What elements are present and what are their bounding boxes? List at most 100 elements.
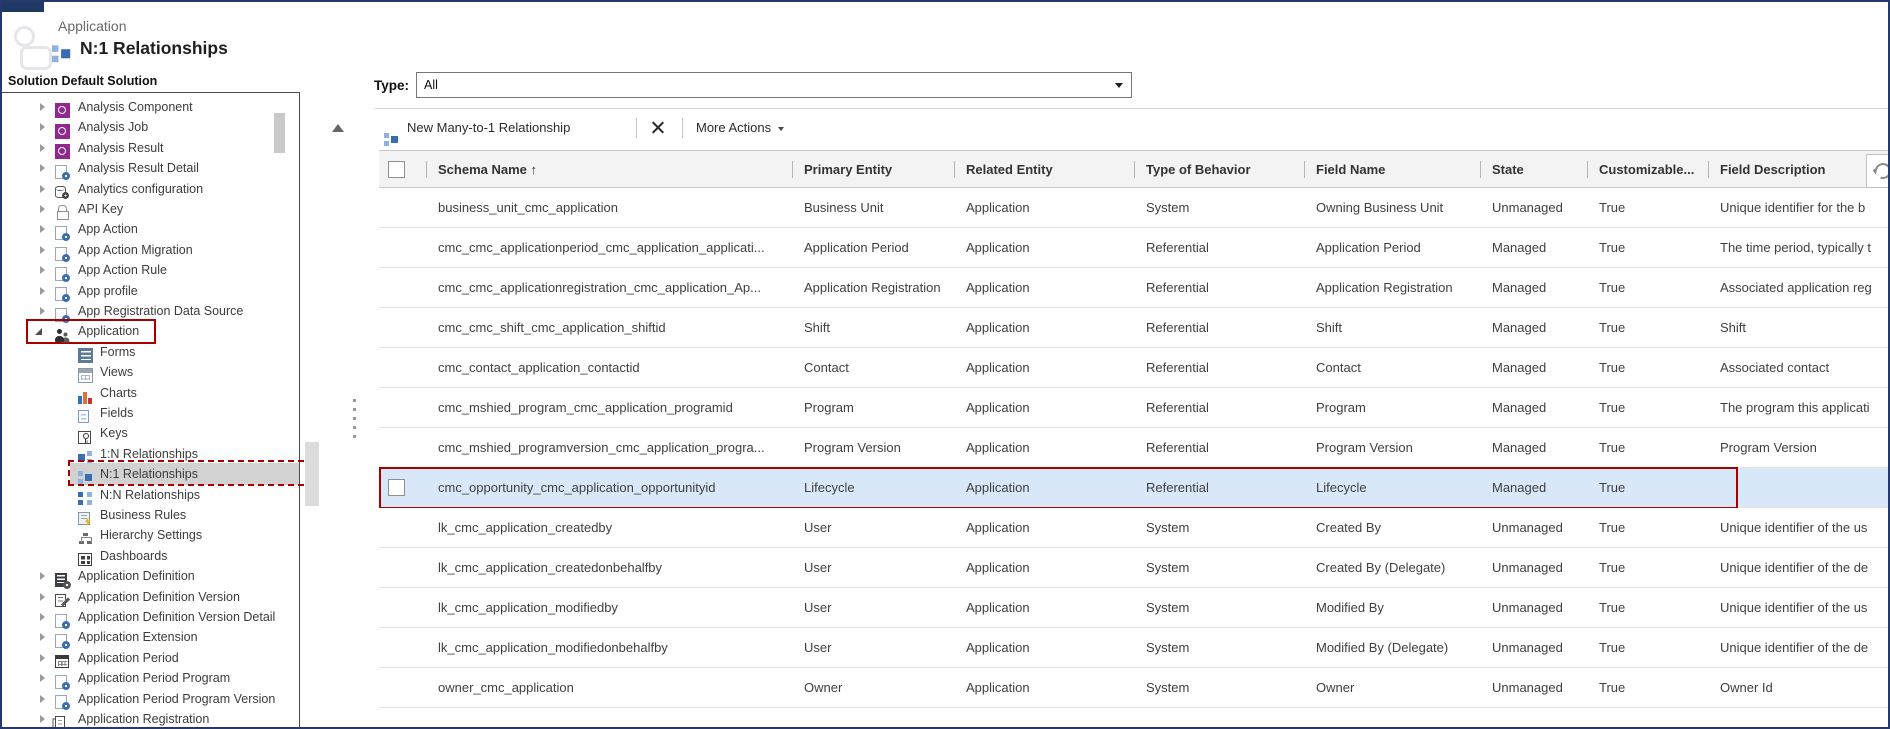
- relationship-row[interactable]: cmc_mshied_programversion_cmc_applicatio…: [379, 428, 1890, 468]
- delete-button[interactable]: [650, 109, 674, 146]
- expand-arrow-icon[interactable]: [40, 103, 45, 111]
- more-actions-button[interactable]: More Actions: [696, 109, 806, 146]
- cell-state: Managed: [1492, 348, 1587, 388]
- relationships-grid: Schema Name ↑ Primary Entity Related Entit…: [379, 150, 1890, 712]
- sidebar-item-analysis-job[interactable]: Analysis Job: [2, 117, 299, 138]
- expand-arrow-icon[interactable]: [40, 123, 45, 131]
- sidebar-item-fields[interactable]: Fields: [2, 403, 299, 424]
- sidebar-item-app-profile[interactable]: App profile: [2, 281, 299, 302]
- column-divider[interactable]: [792, 161, 793, 178]
- sidebar-scrollbar-thumb[interactable]: [274, 113, 285, 153]
- main-scrollbar-thumb[interactable]: [305, 442, 319, 506]
- expand-arrow-icon[interactable]: [40, 144, 45, 152]
- column-header-field-description[interactable]: Field Description: [1720, 151, 1890, 189]
- sidebar-item-app-action[interactable]: App Action: [2, 219, 299, 240]
- sidebar-item-forms[interactable]: Forms: [2, 342, 299, 363]
- relationship-row[interactable]: cmc_cmc_applicationregistration_cmc_appl…: [379, 268, 1890, 308]
- column-divider[interactable]: [426, 161, 427, 178]
- sidebar-item-analysis-result[interactable]: Analysis Result: [2, 138, 299, 159]
- expand-arrow-icon[interactable]: [40, 654, 45, 662]
- sidebar-item-application-definition-version-detail[interactable]: Application Definition Version Detail: [2, 607, 299, 628]
- column-divider[interactable]: [1587, 161, 1588, 178]
- solution-component-tree: Analysis ComponentAnalysis JobAnalysis R…: [2, 92, 300, 729]
- relationship-row[interactable]: cmc_mshied_program_cmc_application_progr…: [379, 388, 1890, 428]
- cell-primary-entity: Contact: [804, 348, 954, 388]
- expand-arrow-icon[interactable]: [40, 633, 45, 641]
- expand-arrow-icon[interactable]: [40, 613, 45, 621]
- expand-arrow-icon[interactable]: [40, 266, 45, 274]
- sidebar-item-analytics-configuration[interactable]: Analytics configuration: [2, 179, 299, 200]
- expand-arrow-icon[interactable]: [40, 695, 45, 703]
- sidebar-item-charts[interactable]: Charts: [2, 383, 299, 404]
- expand-arrow-icon[interactable]: [40, 205, 45, 213]
- cell-customizable: True: [1599, 668, 1708, 708]
- column-header-primary-entity[interactable]: Primary Entity: [804, 151, 954, 189]
- expand-arrow-icon[interactable]: [40, 185, 45, 193]
- expand-arrow-icon[interactable]: [40, 307, 45, 315]
- n1-relationship-icon: [384, 132, 399, 147]
- sidebar-item-views[interactable]: Views: [2, 362, 299, 383]
- sidebar-item-keys[interactable]: Keys: [2, 423, 299, 444]
- expand-arrow-icon[interactable]: [40, 674, 45, 682]
- sidebar-item-app-action-migration[interactable]: App Action Migration: [2, 240, 299, 261]
- sidebar-item-business-rules[interactable]: Business Rules: [2, 505, 299, 526]
- column-header-field-name[interactable]: Field Name: [1316, 151, 1480, 189]
- sidebar-item-hierarchy-settings[interactable]: Hierarchy Settings: [2, 525, 299, 546]
- cell-primary-entity: Program Version: [804, 428, 954, 468]
- relationship-row[interactable]: lk_cmc_application_modifiedbyUserApplica…: [379, 588, 1890, 628]
- column-divider[interactable]: [1708, 161, 1709, 178]
- column-divider[interactable]: [1480, 161, 1481, 178]
- sidebar-item-dashboards[interactable]: Dashboards: [2, 546, 299, 567]
- cell-customizable: True: [1599, 388, 1708, 428]
- relationship-row[interactable]: lk_cmc_application_createdonbehalfbyUser…: [379, 548, 1890, 588]
- sidebar-item-application-period-program-version[interactable]: Application Period Program Version: [2, 689, 299, 710]
- expand-arrow-icon[interactable]: [40, 572, 45, 580]
- column-header-related-entity[interactable]: Related Entity: [966, 151, 1134, 189]
- type-filter-dropdown[interactable]: All: [416, 72, 1132, 98]
- sidebar-item-application-period[interactable]: Application Period: [2, 648, 299, 669]
- sidebar-item-application-registration[interactable]: Application Registration: [2, 709, 299, 729]
- cell-type-of-behavior: Referential: [1146, 228, 1304, 268]
- column-divider[interactable]: [954, 161, 955, 178]
- expand-arrow-icon[interactable]: [40, 715, 45, 723]
- relationship-row[interactable]: cmc_cmc_shift_cmc_application_shiftidShi…: [379, 308, 1890, 348]
- new-many-to-1-button[interactable]: New Many-to-1 Relationship: [374, 109, 626, 146]
- column-divider[interactable]: [1304, 161, 1305, 178]
- sidebar-item-application-period-program[interactable]: Application Period Program: [2, 668, 299, 689]
- column-header-schema-name[interactable]: Schema Name ↑: [438, 151, 790, 189]
- cell-primary-entity: User: [804, 548, 954, 588]
- scroll-up-arrow[interactable]: [332, 124, 344, 132]
- column-header-state[interactable]: State: [1492, 151, 1587, 189]
- expand-arrow-icon[interactable]: [40, 287, 45, 295]
- sidebar-item-n-n-relationships[interactable]: N:N Relationships: [2, 485, 299, 506]
- sidebar-item-application-extension[interactable]: Application Extension: [2, 627, 299, 648]
- relationship-row[interactable]: business_unit_cmc_applicationBusiness Un…: [379, 188, 1890, 228]
- row-checkbox[interactable]: [388, 479, 405, 496]
- cell-field-name: Program Version: [1316, 428, 1480, 468]
- column-header-type-of-behavior[interactable]: Type of Behavior: [1146, 151, 1304, 189]
- relationship-row[interactable]: lk_cmc_application_createdbyUserApplicat…: [379, 508, 1890, 548]
- sidebar-item-app-action-rule[interactable]: App Action Rule: [2, 260, 299, 281]
- relationship-row[interactable]: cmc_cmc_applicationperiod_cmc_applicatio…: [379, 228, 1890, 268]
- relationship-row[interactable]: cmc_opportunity_cmc_application_opportun…: [379, 468, 1890, 508]
- sidebar-item-analysis-result-detail[interactable]: Analysis Result Detail: [2, 158, 299, 179]
- refresh-button[interactable]: [1866, 154, 1890, 188]
- sidebar-item-application-definition[interactable]: Application Definition: [2, 566, 299, 587]
- collapse-arrow-icon[interactable]: [35, 328, 42, 335]
- relationship-row[interactable]: cmc_contact_application_contactidContact…: [379, 348, 1890, 388]
- pane-splitter-handle[interactable]: [353, 399, 356, 439]
- column-divider[interactable]: [1134, 161, 1135, 178]
- sidebar-item-api-key[interactable]: API Key: [2, 199, 299, 220]
- expand-arrow-icon[interactable]: [40, 164, 45, 172]
- relationship-row[interactable]: owner_cmc_applicationOwnerApplicationSys…: [379, 668, 1890, 708]
- select-all-checkbox[interactable]: [388, 161, 405, 178]
- column-header-customizable[interactable]: Customizable...: [1599, 151, 1708, 189]
- expand-arrow-icon[interactable]: [40, 593, 45, 601]
- docgear-icon: [55, 695, 67, 709]
- sidebar-item-application[interactable]: Application: [2, 321, 299, 342]
- sidebar-item-analysis-component[interactable]: Analysis Component: [2, 97, 299, 118]
- expand-arrow-icon[interactable]: [40, 225, 45, 233]
- relationship-row[interactable]: lk_cmc_application_modifiedonbehalfbyUse…: [379, 628, 1890, 668]
- sidebar-item-application-definition-version[interactable]: Application Definition Version: [2, 587, 299, 608]
- expand-arrow-icon[interactable]: [40, 246, 45, 254]
